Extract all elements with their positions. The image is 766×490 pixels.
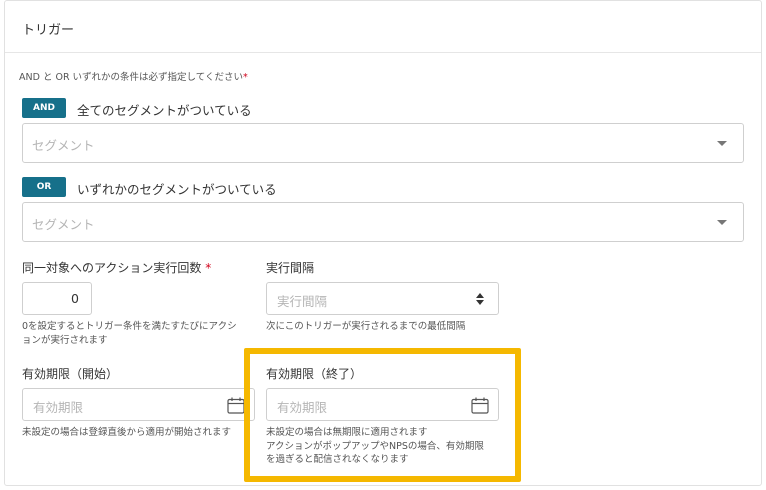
panel-title: トリガー — [22, 23, 75, 38]
execution-interval-help: 次にこのトリガーが実行されるまでの最低間隔 — [266, 321, 466, 332]
help-line: 0を設定するとトリガー条件を満たすたびにアクシ — [22, 321, 237, 332]
execution-interval-label: 実行間隔 — [266, 261, 315, 275]
execution-count-input[interactable]: 0 — [22, 282, 92, 315]
help-line: アクションがポップアップやNPSの場合、有効期限 — [266, 440, 484, 452]
execution-interval-select[interactable]: 実行間隔 — [266, 282, 499, 315]
and-condition-label: 全てのセグメントがついている — [77, 103, 252, 118]
panel-header: トリガー — [5, 1, 761, 53]
or-badge: OR — [22, 177, 66, 197]
execution-count-help: 0を設定するとトリガー条件を満たすたびにアクシ ョンが実行されます — [22, 320, 254, 347]
condition-hint: AND と OR いずれかの条件は必ず指定してください* — [19, 69, 248, 83]
or-segment-select[interactable]: セグメント — [22, 202, 744, 242]
help-line: 未設定の場合は無期限に適用されます — [266, 427, 428, 438]
calendar-icon[interactable] — [227, 397, 245, 414]
execution-interval-placeholder: 実行間隔 — [277, 294, 328, 309]
updown-arrows-icon — [476, 293, 486, 305]
valid-start-date-input[interactable]: 有効期限 — [22, 388, 255, 421]
valid-end-placeholder: 有効期限 — [277, 400, 328, 415]
valid-end-date-input[interactable]: 有効期限 — [266, 388, 499, 421]
required-mark: * — [243, 72, 248, 83]
and-badge: AND — [22, 98, 66, 118]
and-segment-select[interactable]: セグメント — [22, 123, 744, 163]
required-mark: * — [205, 261, 212, 275]
calendar-icon[interactable] — [471, 397, 489, 414]
valid-start-help: 未設定の場合は登録直後から適用が開始されます — [22, 427, 232, 438]
chevron-down-icon — [717, 220, 727, 225]
execution-count-value: 0 — [71, 291, 79, 306]
execution-count-label: 同一対象へのアクション実行回数 * — [22, 259, 211, 276]
or-segment-placeholder: セグメント — [32, 217, 95, 232]
valid-end-label: 有効期限（終了） — [266, 367, 363, 381]
and-segment-placeholder: セグメント — [32, 138, 95, 153]
condition-hint-text: AND と OR いずれかの条件は必ず指定してください — [19, 72, 243, 83]
help-line: を過ぎると配信されなくなります — [266, 454, 409, 465]
valid-start-label: 有効期限（開始） — [22, 367, 119, 381]
execution-count-label-text: 同一対象へのアクション実行回数 — [22, 261, 202, 275]
help-line: ョンが実行されます — [22, 334, 108, 346]
valid-start-placeholder: 有効期限 — [33, 400, 84, 415]
or-condition-label: いずれかのセグメントがついている — [77, 182, 277, 197]
chevron-down-icon — [717, 141, 727, 146]
valid-end-help: 未設定の場合は無期限に適用されます アクションがポップアップやNPSの場合、有効… — [266, 426, 484, 467]
